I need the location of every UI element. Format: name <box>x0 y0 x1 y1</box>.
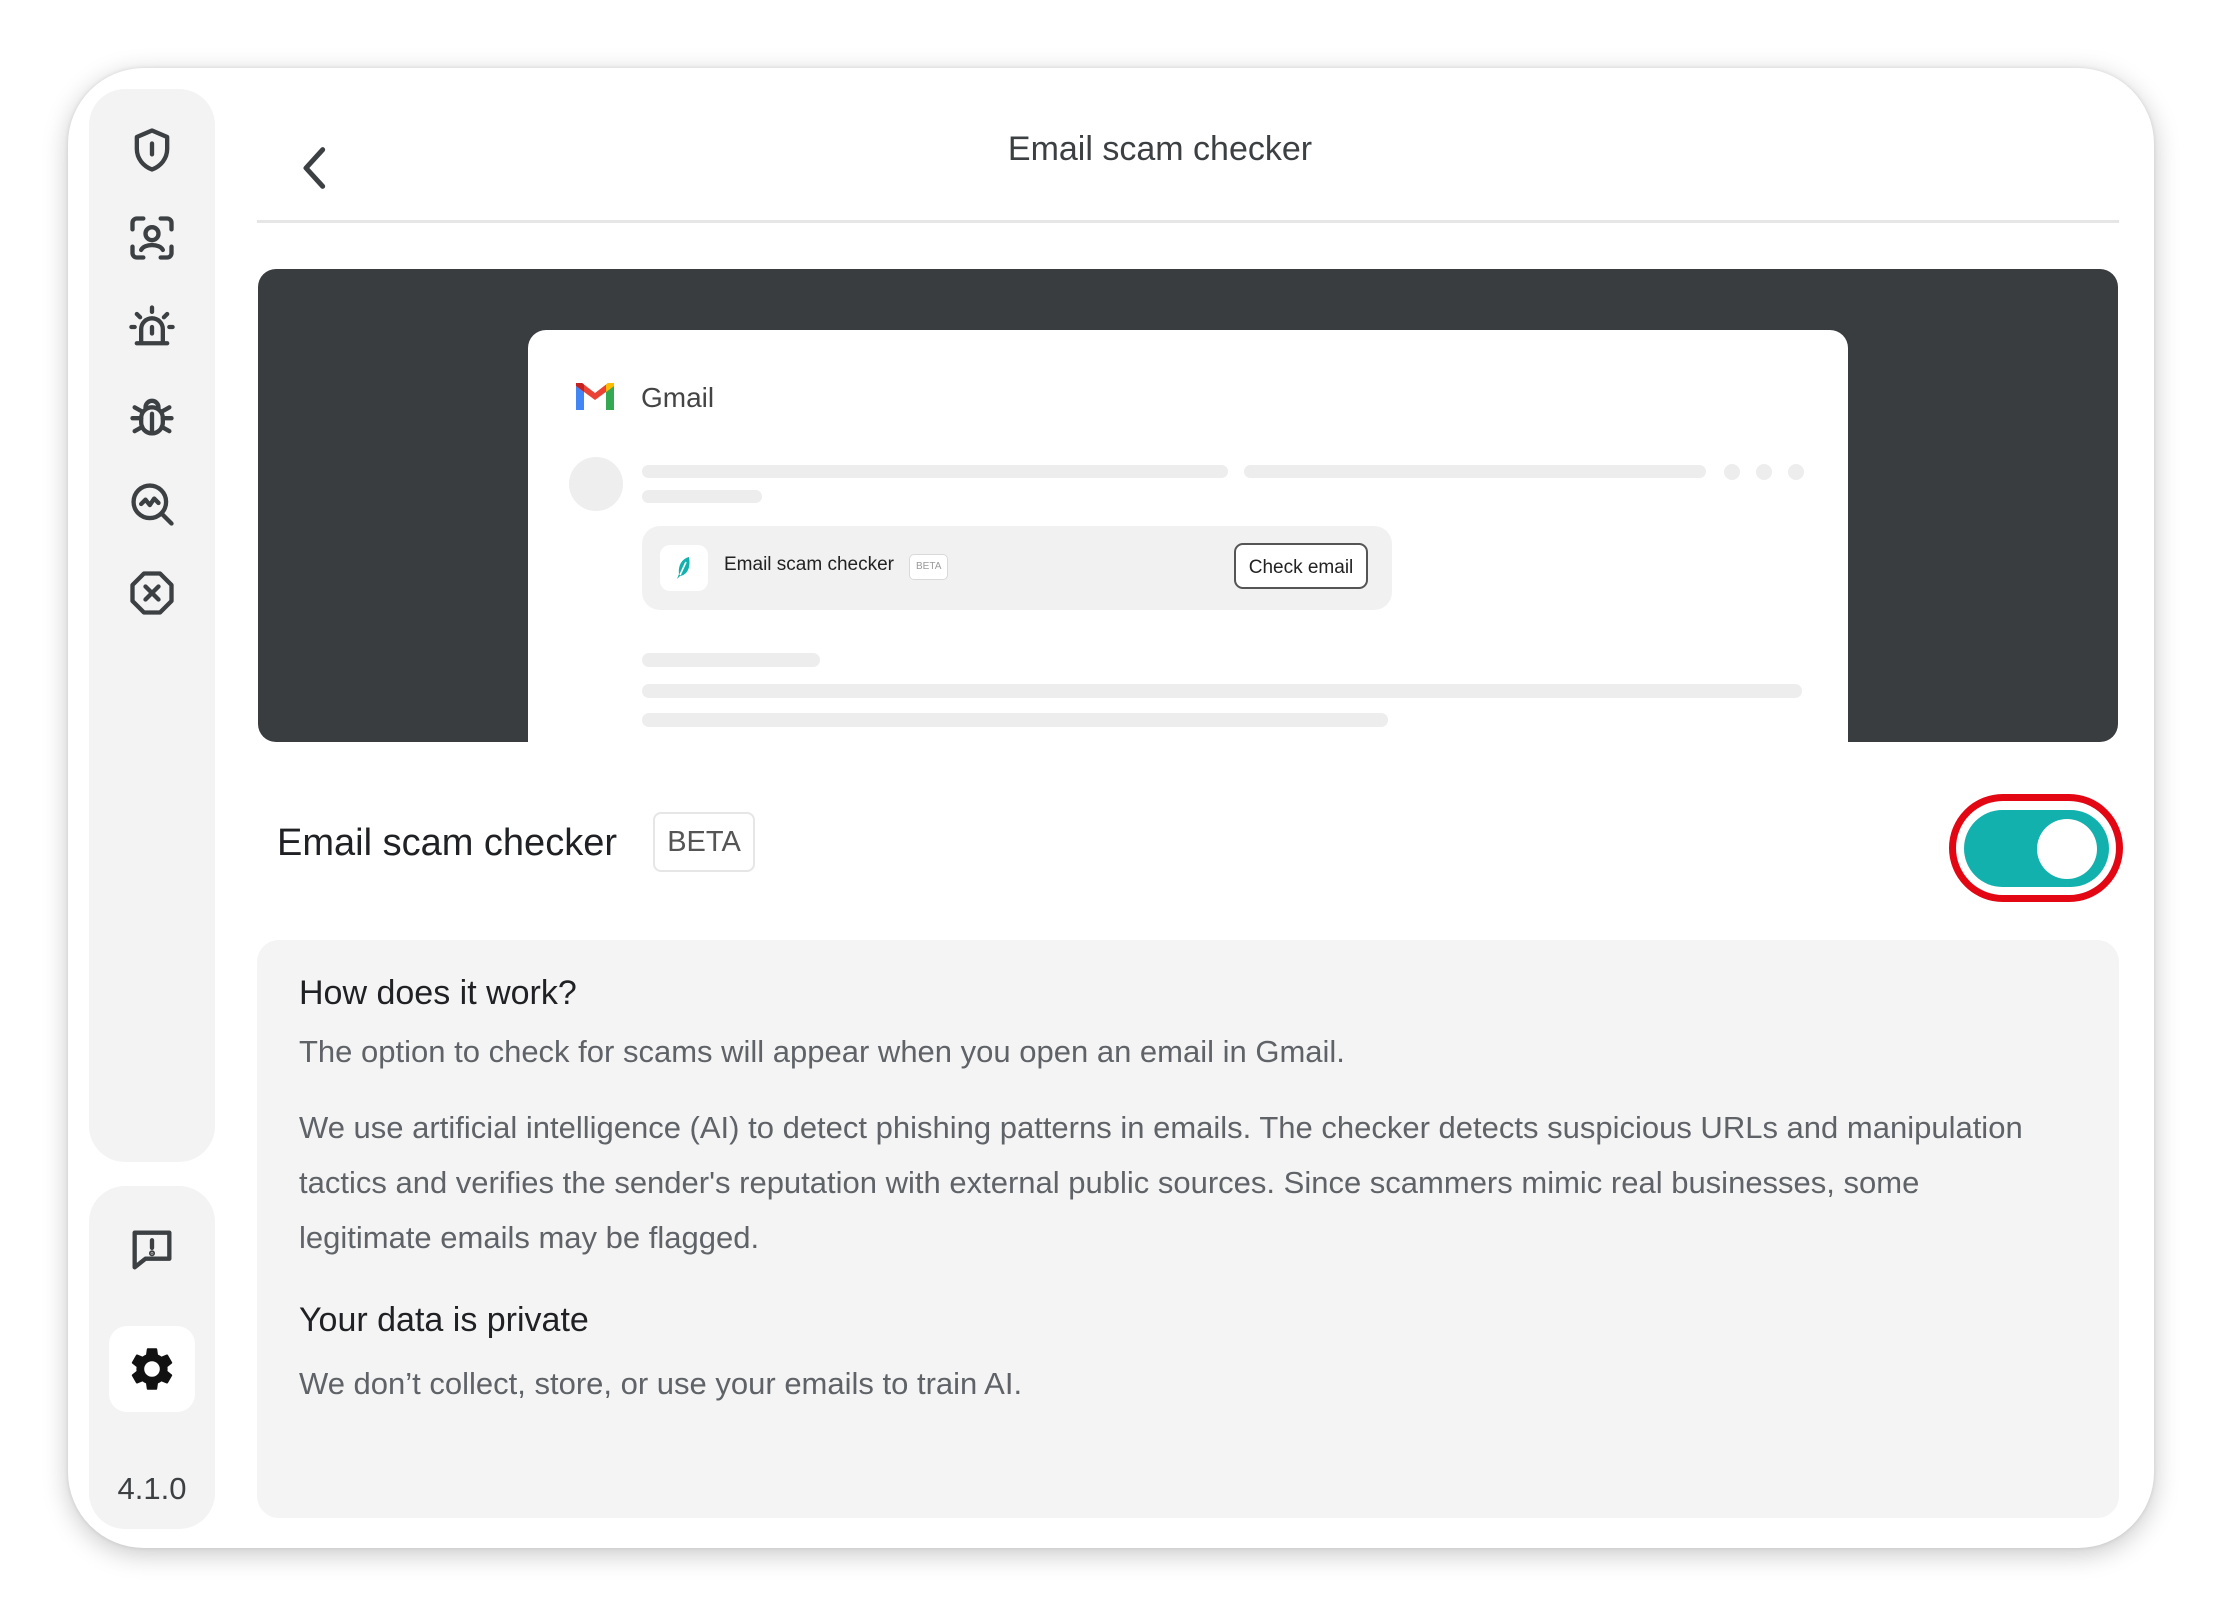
sender-avatar <box>569 457 623 511</box>
privacy-text: We don’t collect, store, or use your ema… <box>299 1366 1023 1401</box>
placeholder-line <box>642 490 762 503</box>
sidebar-item-protection[interactable] <box>89 106 215 194</box>
header-divider <box>257 220 2119 223</box>
shield-icon <box>134 128 170 172</box>
extension-bar-preview: Email scam checker BETA Check email <box>642 526 1392 610</box>
beta-badge: BETA <box>653 812 755 872</box>
gmail-app-name: Gmail <box>641 382 715 413</box>
placeholder-line <box>1244 465 1706 478</box>
gmail-preview-card: Gmail Email scam checker BETA Check emai… <box>528 330 1848 742</box>
extension-preview-badge: BETA <box>909 554 949 580</box>
placeholder-line <box>642 713 1388 727</box>
toggle-knob <box>2037 819 2097 879</box>
identity-scan-icon <box>130 216 174 260</box>
sidebar-item-identity[interactable] <box>89 194 215 282</box>
toggle-highlight <box>1949 794 2123 902</box>
how-it-works-heading: How does it work? <box>299 974 577 1012</box>
feedback-icon <box>132 1230 172 1270</box>
placeholder-line <box>642 653 820 667</box>
placeholder-dot <box>1756 464 1772 480</box>
sidebar-item-alerts[interactable] <box>89 283 215 371</box>
app-window: 4.1.0 Email scam checker Gmail Email sca… <box>68 68 2154 1548</box>
chevron-left-icon <box>303 147 326 189</box>
privacy-heading: Your data is private <box>299 1301 589 1339</box>
feature-title: Email scam checker <box>277 822 617 864</box>
feedback-button[interactable] <box>89 1206 215 1294</box>
sidebar-nav <box>89 89 215 1162</box>
version-label: 4.1.0 <box>117 1471 187 1506</box>
search-scan-icon <box>131 483 174 526</box>
settings-button[interactable] <box>109 1326 195 1412</box>
placeholder-line <box>642 465 1228 478</box>
gmail-logo-icon <box>576 383 614 410</box>
bug-icon <box>130 398 174 436</box>
page-title: Email scam checker <box>1007 130 1313 168</box>
how-it-works-text-1: The option to check for scams will appea… <box>299 1034 1345 1069</box>
sidebar-item-scan[interactable] <box>89 460 215 548</box>
placeholder-line <box>642 684 1802 698</box>
sidebar-item-blocked[interactable] <box>89 549 215 637</box>
back-button[interactable] <box>268 120 364 216</box>
placeholder-dot <box>1788 464 1804 480</box>
check-email-preview-button: Check email <box>1234 543 1368 589</box>
sidebar-item-malware[interactable] <box>89 372 215 460</box>
preview-banner: Gmail Email scam checker BETA Check emai… <box>258 269 2118 742</box>
placeholder-dot <box>1724 464 1740 480</box>
extension-logo <box>660 545 708 591</box>
feather-icon <box>677 557 690 579</box>
alarm-icon <box>129 305 175 346</box>
how-it-works-text-2: We use artificial intelligence (AI) to d… <box>299 1110 2023 1255</box>
gear-icon <box>131 1348 173 1390</box>
blocked-icon <box>130 571 174 615</box>
extension-preview-label: Email scam checker <box>724 554 894 575</box>
info-panel: How does it work? The option to check fo… <box>257 940 2119 1518</box>
email-scam-checker-toggle[interactable] <box>1964 810 2109 887</box>
sidebar-footer: 4.1.0 <box>89 1186 215 1529</box>
